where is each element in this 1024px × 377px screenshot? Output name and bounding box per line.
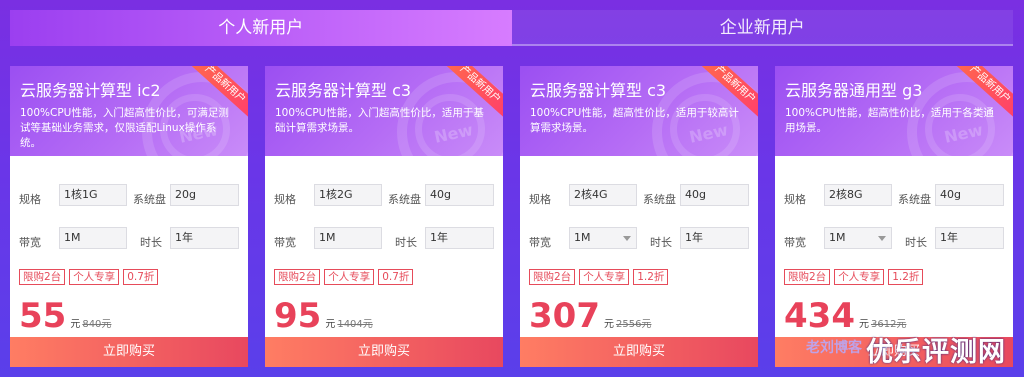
product-description: 100%CPU性能，超高性价比，适用于各类通用场景。: [785, 107, 994, 134]
price-block: 95 元 1404元: [274, 296, 373, 336]
duration-label: 时长: [650, 236, 672, 249]
promo-tag: 限购2台: [19, 269, 66, 285]
buy-now-button[interactable]: 立即购买: [10, 337, 248, 367]
duration-label: 时长: [395, 236, 417, 249]
watermark-text-left: 老刘博客: [806, 340, 862, 356]
card-header: New 产品新用户 云服务器计算型 c3 100%CPU性能，超高性价比，适用于较高计…: [520, 66, 758, 156]
promo-tag: 个人专享: [834, 269, 885, 285]
promo-tags: 限购2台 个人专享 1.2折: [784, 269, 924, 285]
bandwidth-select[interactable]: 1M: [59, 227, 127, 249]
price-unit: 元: [858, 319, 869, 330]
promo-tag: 1.2折: [633, 269, 669, 285]
product-card: New 产品新用户 云服务器通用型 g3 100%CPU性能，超高性价比，适用于各类通…: [775, 66, 1013, 367]
spec-label: 规格: [529, 193, 551, 206]
watermark-text-right: 优乐评测网: [866, 337, 1006, 368]
bandwidth-value: 1M: [574, 231, 591, 244]
promo-tag: 1.2折: [888, 269, 924, 285]
price-value: 434: [784, 296, 855, 336]
spec-label: 规格: [784, 193, 806, 206]
price-value: 55: [19, 296, 67, 336]
original-price: 840元: [82, 319, 112, 330]
product-card: New 产品新用户 云服务器计算型 c3 100%CPU性能，超高性价比，适用于较高计…: [520, 66, 758, 367]
bandwidth-label: 带宽: [274, 236, 296, 249]
original-price: 3612元: [870, 319, 907, 330]
product-title: 云服务器计算型 ic2: [20, 81, 161, 100]
disk-label: 系统盘: [643, 193, 676, 206]
promo-tag: 0.7折: [123, 269, 159, 285]
disk-field[interactable]: 40g: [935, 184, 1004, 206]
tab-enterprise-new-user[interactable]: 企业新用户: [511, 10, 1013, 46]
chevron-down-icon: [878, 236, 886, 241]
card-body: 规格 1核1G 系统盘 20g 带宽 1M 时长 1年限购2台 个人专享 0.7折 55 元 840元: [10, 156, 248, 336]
product-description: 100%CPU性能，入门超高性价比，适用于基础计算需求场景。: [275, 107, 484, 134]
duration-field[interactable]: 1年: [680, 227, 749, 249]
spec-field[interactable]: 1核1G: [59, 184, 127, 206]
bandwidth-value: 1M: [64, 231, 81, 244]
promo-tags: 限购2台 个人专享 0.7折: [274, 269, 414, 285]
buy-now-button[interactable]: 立即购买: [520, 337, 758, 367]
price-block: 55 元 840元: [19, 296, 111, 336]
card-header: New 产品新用户 云服务器通用型 g3 100%CPU性能，超高性价比，适用于各类通…: [775, 66, 1013, 156]
original-price: 1404元: [337, 319, 373, 330]
product-card: New 产品新用户 云服务器计算型 ic2 100%CPU性能，入门超高性价比，可满足…: [10, 66, 248, 367]
bandwidth-label: 带宽: [19, 236, 41, 249]
price-unit: 元: [70, 319, 81, 330]
product-title: 云服务器计算型 c3: [530, 81, 667, 100]
price-value: 307: [529, 296, 600, 336]
price-value: 95: [274, 296, 322, 336]
price-unit: 元: [603, 319, 614, 330]
product-description: 100%CPU性能，入门超高性价比，可满足测试等基础业务需求，仅限适配Linux…: [20, 107, 229, 149]
promo-tag: 限购2台: [274, 269, 321, 285]
product-title: 云服务器计算型 c3: [275, 81, 412, 100]
promo-tag: 限购2台: [784, 269, 831, 285]
disk-field[interactable]: 40g: [680, 184, 749, 206]
price-block: 307 元 2556元: [529, 296, 651, 336]
bandwidth-select[interactable]: 1M: [314, 227, 382, 249]
duration-label: 时长: [140, 236, 162, 249]
promo-tag: 个人专享: [579, 269, 630, 285]
user-type-tabs: 个人新用户 企业新用户: [10, 10, 1013, 46]
tab-personal-new-user[interactable]: 个人新用户: [10, 10, 512, 46]
promo-tag: 0.7折: [378, 269, 414, 285]
bandwidth-value: 1M: [829, 231, 846, 244]
disk-field[interactable]: 40g: [425, 184, 494, 206]
bandwidth-label: 带宽: [784, 236, 806, 249]
card-body: 规格 1核2G 系统盘 40g 带宽 1M 时长 1年限购2台 个人专享 0.7折 95 元 1404元: [265, 156, 503, 336]
product-description: 100%CPU性能，超高性价比，适用于较高计算需求场景。: [530, 107, 739, 134]
duration-label: 时长: [905, 236, 927, 249]
spec-label: 规格: [19, 193, 41, 206]
bandwidth-select[interactable]: 1M: [824, 227, 892, 249]
duration-field[interactable]: 1年: [425, 227, 494, 249]
buy-now-button[interactable]: 立即购买: [265, 337, 503, 367]
duration-field[interactable]: 1年: [170, 227, 239, 249]
spec-field[interactable]: 2核8G: [824, 184, 892, 206]
bandwidth-value: 1M: [319, 231, 336, 244]
duration-field[interactable]: 1年: [935, 227, 1004, 249]
card-header: New 产品新用户 云服务器计算型 c3 100%CPU性能，入门超高性价比，适用于基…: [265, 66, 503, 156]
promo-tag: 限购2台: [529, 269, 576, 285]
promo-tag: 个人专享: [324, 269, 375, 285]
product-card: New 产品新用户 云服务器计算型 c3 100%CPU性能，入门超高性价比，适用于基…: [265, 66, 503, 367]
disk-field[interactable]: 20g: [170, 184, 239, 206]
spec-field[interactable]: 1核2G: [314, 184, 382, 206]
disk-label: 系统盘: [133, 193, 166, 206]
chevron-down-icon: [623, 236, 631, 241]
card-header: New 产品新用户 云服务器计算型 ic2 100%CPU性能，入门超高性价比，可满足…: [10, 66, 248, 156]
disk-label: 系统盘: [388, 193, 421, 206]
promo-tags: 限购2台 个人专享 0.7折: [19, 269, 159, 285]
spec-label: 规格: [274, 193, 296, 206]
bandwidth-select[interactable]: 1M: [569, 227, 637, 249]
spec-field[interactable]: 2核4G: [569, 184, 637, 206]
price-unit: 元: [325, 319, 336, 330]
card-body: 规格 2核4G 系统盘 40g 带宽 1M 时长 1年限购2台 个人专享 1.2折 307 元 2556…: [520, 156, 758, 336]
card-body: 规格 2核8G 系统盘 40g 带宽 1M 时长 1年限购2台 个人专享 1.2折 434 元 3612…: [775, 156, 1013, 336]
original-price: 2556元: [615, 319, 652, 330]
disk-label: 系统盘: [898, 193, 931, 206]
bandwidth-label: 带宽: [529, 236, 551, 249]
promo-tags: 限购2台 个人专享 1.2折: [529, 269, 669, 285]
promo-tag: 个人专享: [69, 269, 120, 285]
product-title: 云服务器通用型 g3: [785, 81, 923, 100]
